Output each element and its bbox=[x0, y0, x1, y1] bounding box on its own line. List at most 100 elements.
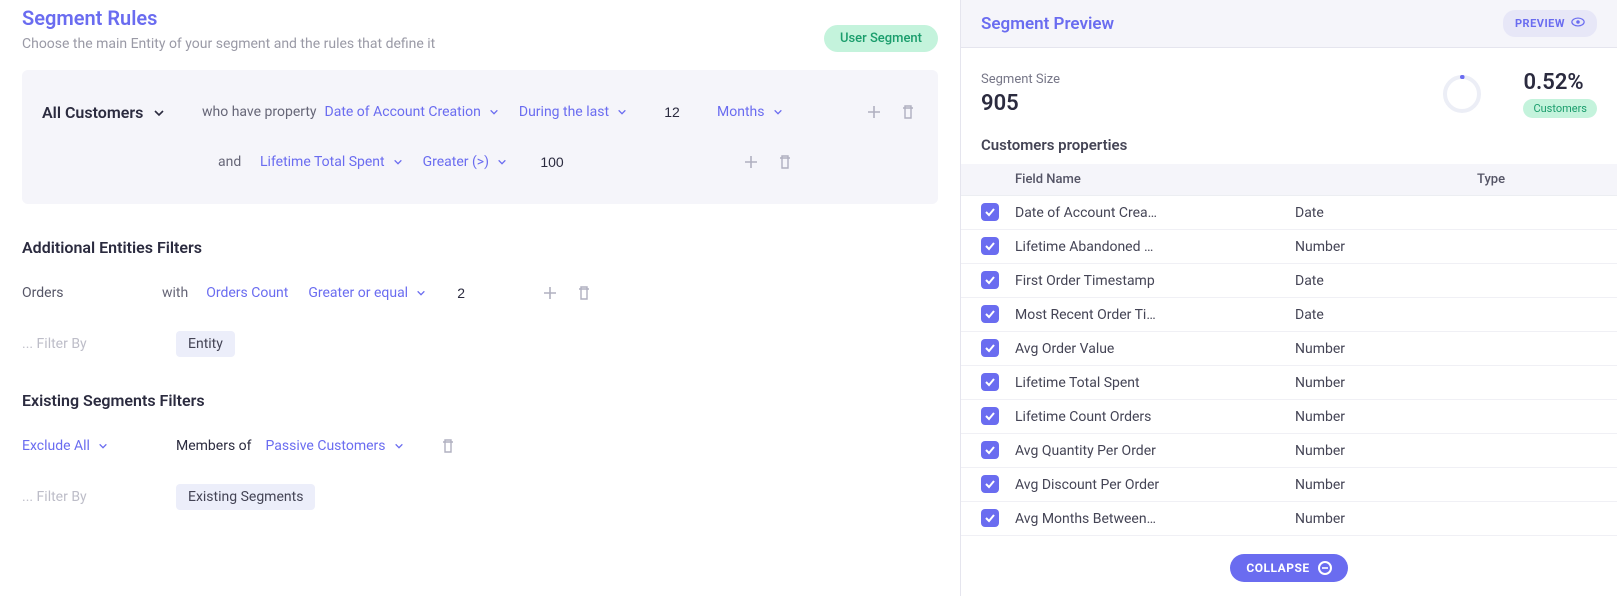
exclude-mode-label: Exclude All bbox=[22, 438, 90, 454]
operator-select[interactable]: Greater (>) bbox=[423, 154, 507, 170]
add-filter-button[interactable] bbox=[540, 283, 560, 303]
property-type: Date bbox=[1295, 273, 1415, 289]
rule-row-1: All Customers who have property Date of … bbox=[42, 92, 918, 132]
segment-size-value: 905 bbox=[981, 91, 1060, 116]
property-checkbox[interactable] bbox=[981, 237, 999, 255]
main-rule-box: All Customers who have property Date of … bbox=[22, 70, 938, 204]
property-row: Lifetime Abandoned …Number bbox=[961, 230, 1617, 264]
unit-label: Months bbox=[717, 104, 764, 120]
property-row: Lifetime Total SpentNumber bbox=[961, 366, 1617, 400]
additional-filters-title: Additional Entities Filters bbox=[22, 238, 938, 257]
row-actions bbox=[727, 152, 795, 172]
property-name: Lifetime Total Spent bbox=[1015, 375, 1295, 391]
add-rule-button[interactable] bbox=[864, 102, 884, 122]
property-checkbox[interactable] bbox=[981, 509, 999, 527]
row-actions bbox=[526, 283, 594, 303]
property-row: Avg Discount Per OrderNumber bbox=[961, 468, 1617, 502]
segment-select[interactable]: Passive Customers bbox=[266, 438, 404, 454]
page-subtitle: Choose the main Entity of your segment a… bbox=[22, 36, 435, 52]
properties-title: Customers properties bbox=[961, 136, 1617, 164]
property-type: Number bbox=[1295, 511, 1415, 527]
header-text: Segment Rules Choose the main Entity of … bbox=[22, 6, 435, 70]
delete-filter-button[interactable] bbox=[574, 283, 594, 303]
property-name: Lifetime Abandoned … bbox=[1015, 239, 1295, 255]
property-select[interactable]: Orders Count bbox=[206, 285, 288, 301]
properties-header: Field Name Type bbox=[961, 164, 1617, 196]
property-row: Date of Account Crea…Date bbox=[961, 196, 1617, 230]
value-input[interactable] bbox=[446, 285, 476, 301]
property-label: Date of Account Creation bbox=[325, 104, 481, 120]
segment-rules-panel: Segment Rules Choose the main Entity of … bbox=[0, 0, 960, 596]
property-label: Orders Count bbox=[206, 285, 288, 301]
operator-select[interactable]: Greater or equal bbox=[308, 285, 426, 301]
property-name: Date of Account Crea… bbox=[1015, 205, 1295, 221]
donut-chart-icon bbox=[1441, 73, 1483, 115]
property-name: First Order Timestamp bbox=[1015, 273, 1295, 289]
property-checkbox[interactable] bbox=[981, 203, 999, 221]
chevron-down-icon bbox=[98, 441, 108, 451]
rule-row-2: and Lifetime Total Spent Greater (>) bbox=[42, 142, 918, 182]
col-type: Type bbox=[1477, 172, 1597, 187]
delete-rule-button[interactable] bbox=[898, 102, 918, 122]
property-checkbox[interactable] bbox=[981, 271, 999, 289]
percent-value: 0.52% bbox=[1523, 70, 1583, 95]
header-row: Segment Rules Choose the main Entity of … bbox=[22, 6, 938, 70]
property-name: Avg Order Value bbox=[1015, 341, 1295, 357]
property-checkbox[interactable] bbox=[981, 305, 999, 323]
property-name: Lifetime Count Orders bbox=[1015, 409, 1295, 425]
row-actions bbox=[850, 102, 918, 122]
chevron-down-icon bbox=[416, 288, 426, 298]
exclude-mode-select[interactable]: Exclude All bbox=[22, 438, 132, 454]
chevron-down-icon bbox=[617, 107, 627, 117]
property-checkbox[interactable] bbox=[981, 407, 999, 425]
entity-pill-button[interactable]: Entity bbox=[176, 331, 235, 357]
property-select[interactable]: Lifetime Total Spent bbox=[260, 154, 403, 170]
existing-filter-row: Exclude All Members of Passive Customers bbox=[22, 428, 938, 464]
entity-select-label: All Customers bbox=[42, 103, 143, 122]
property-row: Lifetime Count OrdersNumber bbox=[961, 400, 1617, 434]
property-row: Avg Months Between…Number bbox=[961, 502, 1617, 536]
property-name: Avg Discount Per Order bbox=[1015, 477, 1295, 493]
chevron-down-icon bbox=[497, 157, 507, 167]
property-type: Number bbox=[1295, 443, 1415, 459]
segment-preview-panel: Segment Preview PREVIEW Segment Size 905… bbox=[960, 0, 1617, 596]
unit-select[interactable]: Months bbox=[717, 104, 782, 120]
filter-connective: with bbox=[162, 285, 188, 301]
property-type: Number bbox=[1295, 375, 1415, 391]
existing-filters-title: Existing Segments Filters bbox=[22, 391, 938, 410]
collapse-button-label: COLLAPSE bbox=[1246, 561, 1309, 575]
value-input[interactable] bbox=[527, 154, 577, 170]
operator-label: Greater (>) bbox=[423, 154, 489, 170]
operator-select[interactable]: During the last bbox=[519, 104, 627, 120]
property-checkbox[interactable] bbox=[981, 475, 999, 493]
property-row: First Order TimestampDate bbox=[961, 264, 1617, 298]
add-rule-button[interactable] bbox=[741, 152, 761, 172]
rule-connective: who have property bbox=[202, 104, 317, 120]
property-row: Avg Order ValueNumber bbox=[961, 332, 1617, 366]
chevron-down-icon bbox=[489, 107, 499, 117]
property-type: Number bbox=[1295, 477, 1415, 493]
preview-button-label: PREVIEW bbox=[1515, 17, 1565, 30]
preview-button[interactable]: PREVIEW bbox=[1503, 10, 1597, 37]
collapse-button[interactable]: COLLAPSE bbox=[1230, 554, 1347, 582]
property-row: Avg Quantity Per OrderNumber bbox=[961, 434, 1617, 468]
delete-existing-filter-button[interactable] bbox=[438, 436, 458, 456]
percent-stat: 0.52% Customers bbox=[1523, 70, 1597, 118]
entity-select[interactable]: All Customers bbox=[42, 103, 202, 122]
property-checkbox[interactable] bbox=[981, 441, 999, 459]
preview-header: Segment Preview PREVIEW bbox=[961, 0, 1617, 48]
operator-label: Greater or equal bbox=[308, 285, 408, 301]
page-title: Segment Rules bbox=[22, 6, 435, 30]
property-type: Number bbox=[1295, 409, 1415, 425]
property-checkbox[interactable] bbox=[981, 373, 999, 391]
existing-segments-pill-button[interactable]: Existing Segments bbox=[176, 484, 315, 510]
value-input[interactable] bbox=[647, 104, 697, 120]
segment-label: Passive Customers bbox=[266, 438, 386, 454]
delete-rule-button[interactable] bbox=[775, 152, 795, 172]
col-field-name: Field Name bbox=[1015, 172, 1477, 187]
property-checkbox[interactable] bbox=[981, 339, 999, 357]
property-type: Number bbox=[1295, 341, 1415, 357]
segment-size-stat: Segment Size 905 bbox=[981, 72, 1060, 116]
property-type: Date bbox=[1295, 205, 1415, 221]
property-select[interactable]: Date of Account Creation bbox=[325, 104, 499, 120]
